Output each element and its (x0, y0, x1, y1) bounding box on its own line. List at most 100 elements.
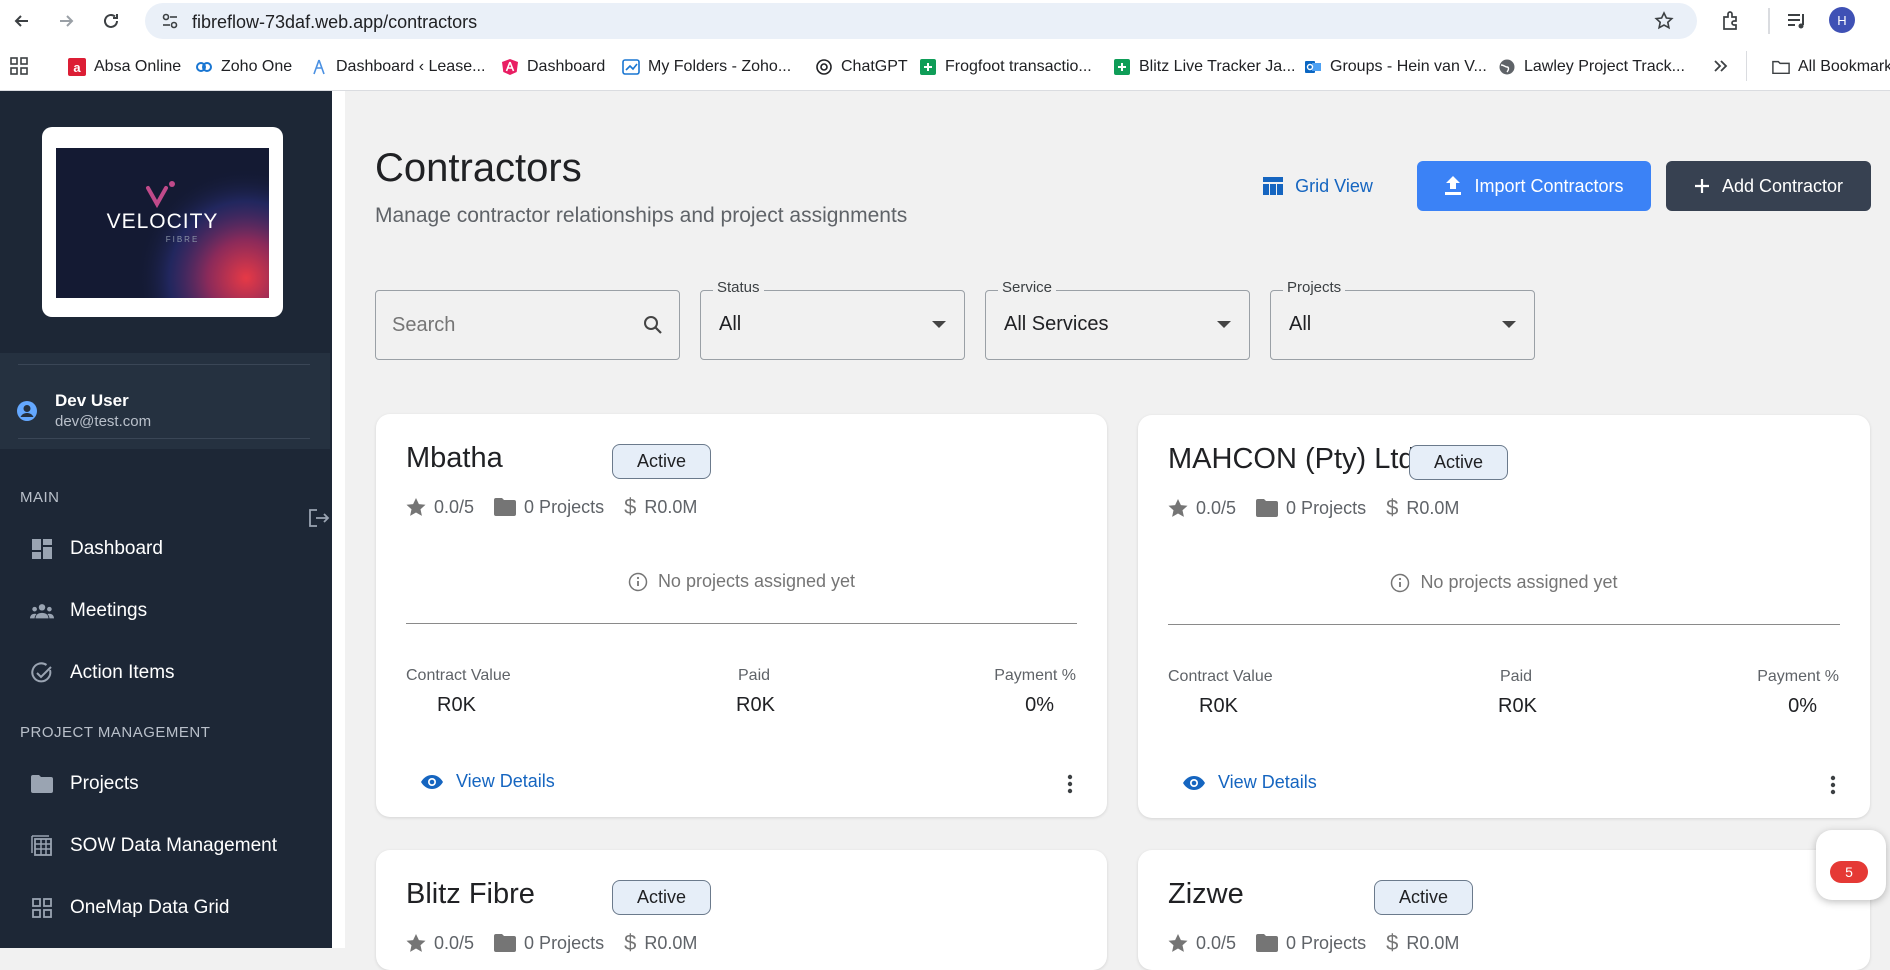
bookmark-item[interactable]: Zoho One (195, 56, 292, 78)
folder-icon (494, 934, 517, 952)
nav-item-projects[interactable]: Projects (30, 769, 139, 799)
nav-label: Projects (70, 773, 139, 794)
logo-subtext: FIBRE (165, 235, 200, 244)
star-icon (406, 933, 426, 953)
contractor-meta: 0.0/5 0 Projects $ R0.0M (1168, 495, 1479, 521)
bookmark-label: ChatGPT (841, 58, 908, 75)
chat-widget-button[interactable]: 5 (1816, 830, 1886, 900)
bookmark-item[interactable]: Dashboard (501, 56, 605, 78)
contractor-card[interactable]: Zizwe Active 0.0/5 0 Projects $ R0.0M (1138, 850, 1870, 970)
service-select[interactable]: Service All Services (985, 279, 1250, 360)
chatgpt-icon (815, 58, 833, 76)
grid-icon (30, 896, 54, 920)
nav-label: Action Items (70, 662, 175, 683)
contract-value: R0K (1199, 695, 1238, 717)
angular-icon (501, 58, 519, 76)
site-settings-icon[interactable] (161, 12, 179, 30)
project-count: 0 Projects (524, 496, 605, 517)
projects-select[interactable]: Projects All (1270, 279, 1535, 360)
dropdown-arrow-icon (1217, 321, 1231, 328)
zoho-icon (195, 58, 213, 76)
plus-icon (1694, 178, 1710, 194)
nav-item-meetings[interactable]: Meetings (30, 596, 147, 626)
rating: 0.0/5 (434, 932, 475, 953)
info-icon (628, 572, 648, 592)
logout-icon[interactable] (308, 508, 330, 528)
contractor-card[interactable]: Blitz Fibre Active 0.0/5 0 Projects $ R0.… (376, 850, 1107, 970)
logo-card: VELOCITY FIBRE (42, 127, 283, 317)
nav-item-onemap-data-grid[interactable]: OneMap Data Grid (30, 893, 229, 923)
bookmark-label: Dashboard (527, 58, 606, 75)
project-count: 0 Projects (1286, 932, 1367, 953)
browser-toolbar: fibreflow-73daf.web.app/contractors H (0, 0, 1890, 42)
empty-projects-message: No projects assigned yet (376, 571, 1107, 592)
back-arrow-icon[interactable] (9, 8, 35, 34)
status-select[interactable]: Status All (700, 279, 965, 360)
folder-icon (1256, 499, 1279, 517)
main-content: Contractors Manage contractor relationsh… (345, 91, 1890, 970)
contractor-card[interactable]: MAHCON (Pty) Ltd Active 0.0/5 0 Projects… (1138, 415, 1870, 818)
bookmark-item[interactable]: ChatGPT (815, 56, 908, 78)
nav-item-sow-data-management[interactable]: SOW Data Management (30, 831, 277, 861)
bookmarks-divider (1746, 51, 1747, 81)
toolbar-divider (1768, 8, 1770, 34)
bookmark-item[interactable]: a Absa Online (68, 56, 181, 78)
contractor-name: Mbatha (406, 442, 503, 474)
extensions-icon[interactable] (1720, 10, 1742, 32)
project-count: 0 Projects (524, 932, 605, 953)
check-circle-icon (30, 661, 54, 685)
folder-icon (30, 772, 54, 796)
empty-projects-text: No projects assigned yet (1420, 572, 1618, 592)
grid-view-button[interactable]: Grid View (1253, 161, 1383, 211)
empty-projects-message: No projects assigned yet (1138, 572, 1870, 593)
nav-item-dashboard[interactable]: Dashboard (30, 534, 163, 564)
nav-item-action-items[interactable]: Action Items (30, 658, 175, 688)
absa-icon: a (68, 58, 86, 76)
bookmark-label: Dashboard ‹ Lease... (336, 58, 486, 75)
search-field[interactable] (375, 290, 680, 360)
notification-badge: 5 (1830, 861, 1868, 883)
apps-grid-icon[interactable] (10, 57, 28, 75)
bookmark-item[interactable]: Dashboard ‹ Lease... (310, 56, 485, 78)
media-control-icon[interactable] (1786, 11, 1808, 31)
eye-icon (1182, 775, 1206, 791)
rating: 0.0/5 (434, 496, 475, 517)
bookmark-item[interactable]: My Folders - Zoho... (622, 56, 791, 78)
address-bar[interactable]: fibreflow-73daf.web.app/contractors (145, 3, 1697, 39)
add-contractor-button[interactable]: Add Contractor (1666, 161, 1871, 211)
more-vert-icon[interactable] (1067, 774, 1073, 794)
status-badge: Active (612, 880, 711, 915)
bookmark-item[interactable]: Blitz Live Tracker Ja... (1113, 56, 1296, 78)
globe-icon (1498, 58, 1516, 76)
user-panel[interactable]: Dev User dev@test.com (0, 353, 330, 449)
more-vert-icon[interactable] (1830, 775, 1836, 795)
more-bookmarks-chevron-icon[interactable] (1713, 57, 1729, 75)
search-input[interactable] (392, 311, 632, 339)
folder-icon (1256, 934, 1279, 952)
view-details-button[interactable]: View Details (1182, 772, 1317, 793)
profile-avatar[interactable]: H (1829, 7, 1855, 33)
status-badge: Active (1409, 445, 1508, 480)
reload-icon[interactable] (98, 8, 124, 34)
bookmark-star-icon[interactable] (1654, 11, 1674, 31)
star-icon (406, 497, 426, 517)
bookmark-item[interactable]: Frogfoot transactio... (919, 56, 1092, 78)
sheets-icon (919, 58, 937, 76)
forward-arrow-icon[interactable] (53, 8, 79, 34)
service-value: All Services (1004, 313, 1109, 335)
divider (18, 438, 310, 439)
bookmark-label: My Folders - Zoho... (648, 58, 792, 75)
rating: 0.0/5 (1196, 932, 1237, 953)
bookmark-item[interactable]: Lawley Project Track... (1498, 56, 1685, 78)
import-contractors-button[interactable]: Import Contractors (1417, 161, 1651, 211)
view-details-button[interactable]: View Details (420, 771, 555, 792)
bookmark-item[interactable]: Groups - Hein van V... (1304, 56, 1487, 78)
section-title-project-management: PROJECT MANAGEMENT (20, 724, 211, 741)
all-bookmarks[interactable]: All Bookmarks (1772, 56, 1890, 78)
contractor-card[interactable]: Mbatha Active 0.0/5 0 Projects $ R0.0M No… (376, 414, 1107, 817)
status-value: All (719, 313, 742, 335)
import-contractors-label: Import Contractors (1474, 175, 1624, 196)
info-icon (1390, 573, 1410, 593)
search-icon[interactable] (643, 315, 663, 335)
divider (1168, 624, 1840, 625)
